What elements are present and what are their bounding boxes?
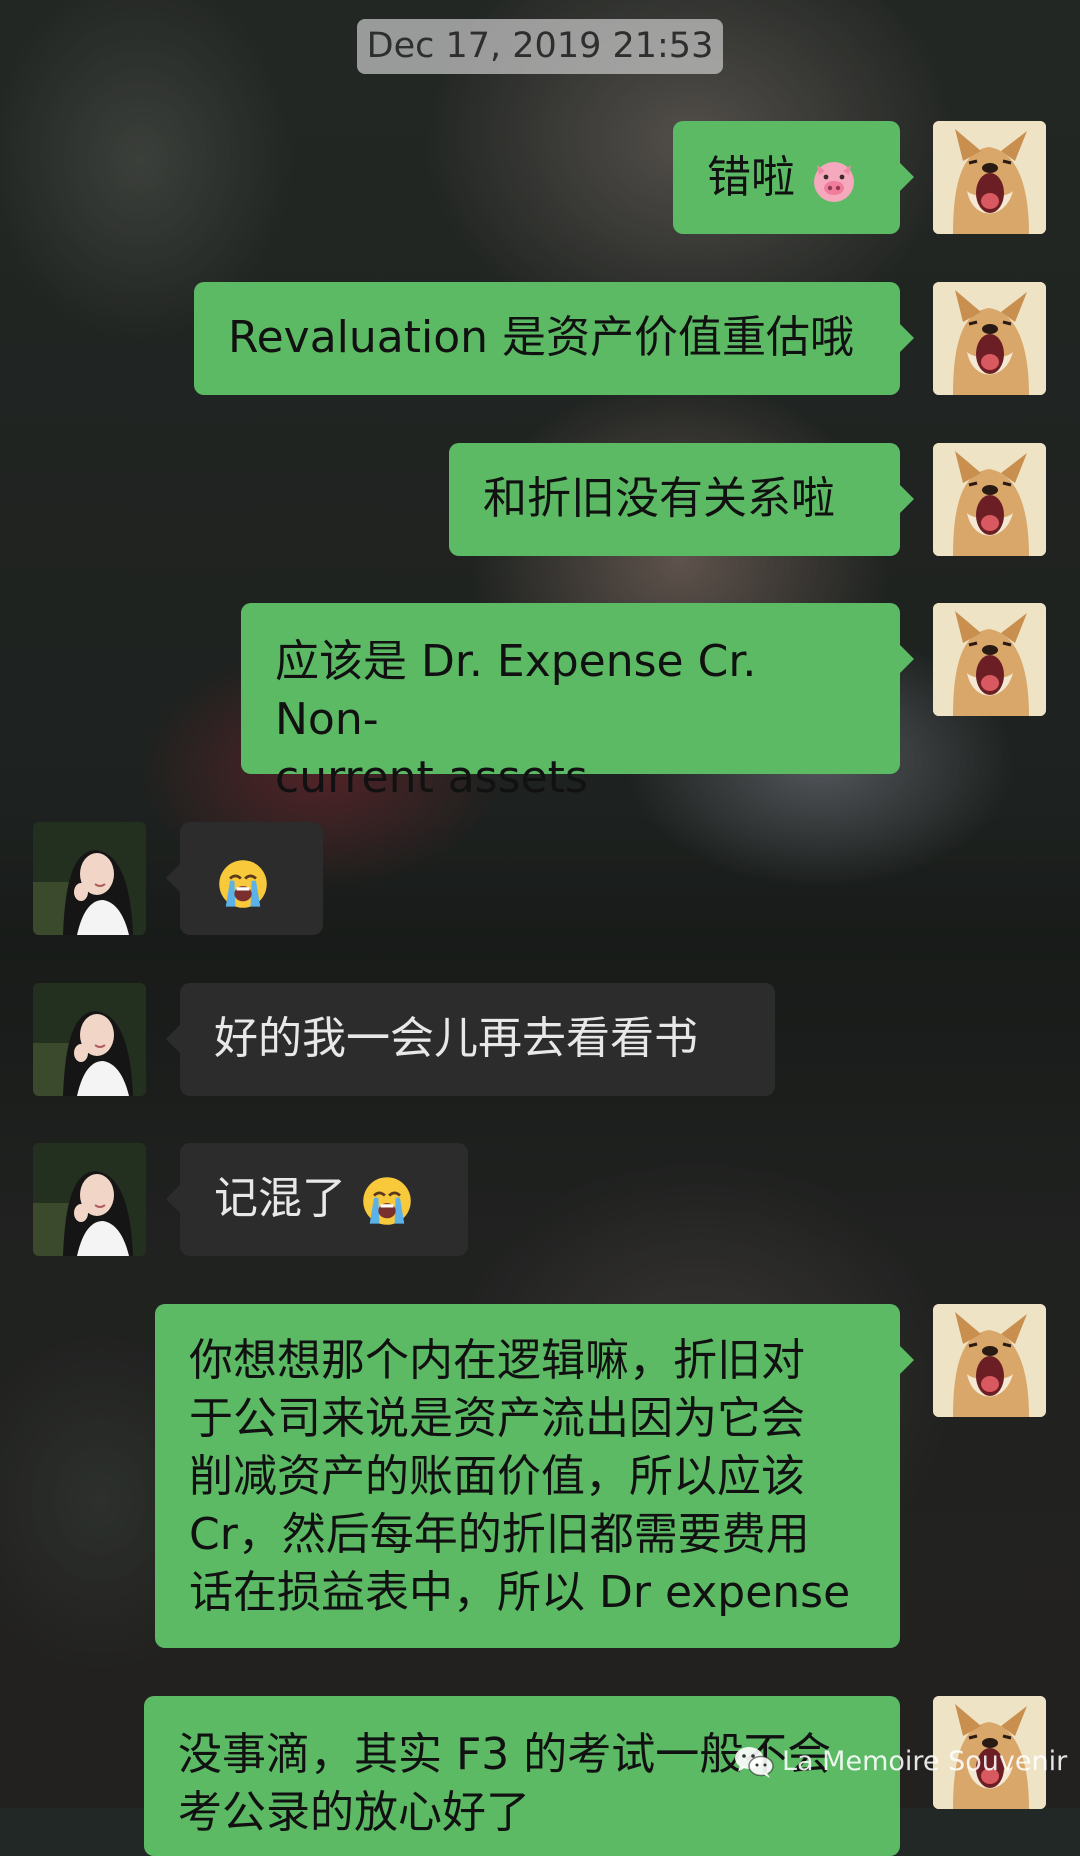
loudly-crying-face-emoji-icon	[363, 1177, 411, 1225]
watermark-text: La Memoire Souvenir	[782, 1746, 1068, 1777]
message-text: 记混了	[214, 1173, 346, 1224]
message-text: 和折旧没有关系啦	[483, 473, 835, 524]
message-text: 你想想那个内在逻辑嘛，折旧对 于公司来说是资产流出因为它会 削减资产的账面价值，…	[189, 1335, 851, 1618]
message-bubble-outgoing[interactable]: 应该是 Dr. Expense Cr. Non- current assets	[241, 603, 914, 803]
avatar-self[interactable]	[933, 121, 1046, 234]
message-text: 错啦	[707, 152, 795, 203]
pig-face-emoji-icon	[814, 162, 854, 202]
contact-photo-icon	[33, 983, 146, 1096]
message-bubble-incoming[interactable]	[166, 822, 323, 935]
message-bubble-incoming[interactable]: 记混了	[166, 1143, 468, 1256]
avatar-contact[interactable]	[33, 1143, 146, 1256]
message-bubble-outgoing[interactable]: 错啦	[673, 121, 914, 234]
wechat-icon	[735, 1747, 774, 1778]
watermark: La Memoire Souvenir	[734, 1740, 1067, 1784]
loudly-crying-face-emoji-icon	[219, 860, 267, 908]
avatar-self[interactable]	[933, 443, 1046, 556]
contact-photo-icon	[33, 1143, 146, 1256]
shiba-dog-icon	[933, 282, 1046, 395]
avatar-contact[interactable]	[33, 822, 146, 935]
message-bubble-outgoing[interactable]: 和折旧没有关系啦	[449, 443, 914, 556]
timestamp-pill: Dec 17, 2019 21:53	[357, 19, 723, 74]
shiba-dog-icon	[933, 1304, 1046, 1417]
avatar-self[interactable]	[933, 603, 1046, 716]
message-bubble-outgoing[interactable]: Revaluation 是资产价值重估哦	[194, 282, 914, 395]
message-bubble-outgoing[interactable]: 你想想那个内在逻辑嘛，折旧对 于公司来说是资产流出因为它会 削减资产的账面价值，…	[155, 1304, 914, 1648]
avatar-self[interactable]	[933, 282, 1046, 395]
message-text: Revaluation 是资产价值重估哦	[228, 312, 855, 363]
message-text: 好的我一会儿再去看看书	[214, 1013, 698, 1064]
shiba-dog-icon	[933, 121, 1046, 234]
shiba-dog-icon	[933, 443, 1046, 556]
shiba-dog-icon	[933, 603, 1046, 716]
avatar-self[interactable]	[933, 1304, 1046, 1417]
contact-photo-icon	[33, 822, 146, 935]
message-bubble-incoming[interactable]: 好的我一会儿再去看看书	[166, 983, 775, 1096]
avatar-contact[interactable]	[33, 983, 146, 1096]
